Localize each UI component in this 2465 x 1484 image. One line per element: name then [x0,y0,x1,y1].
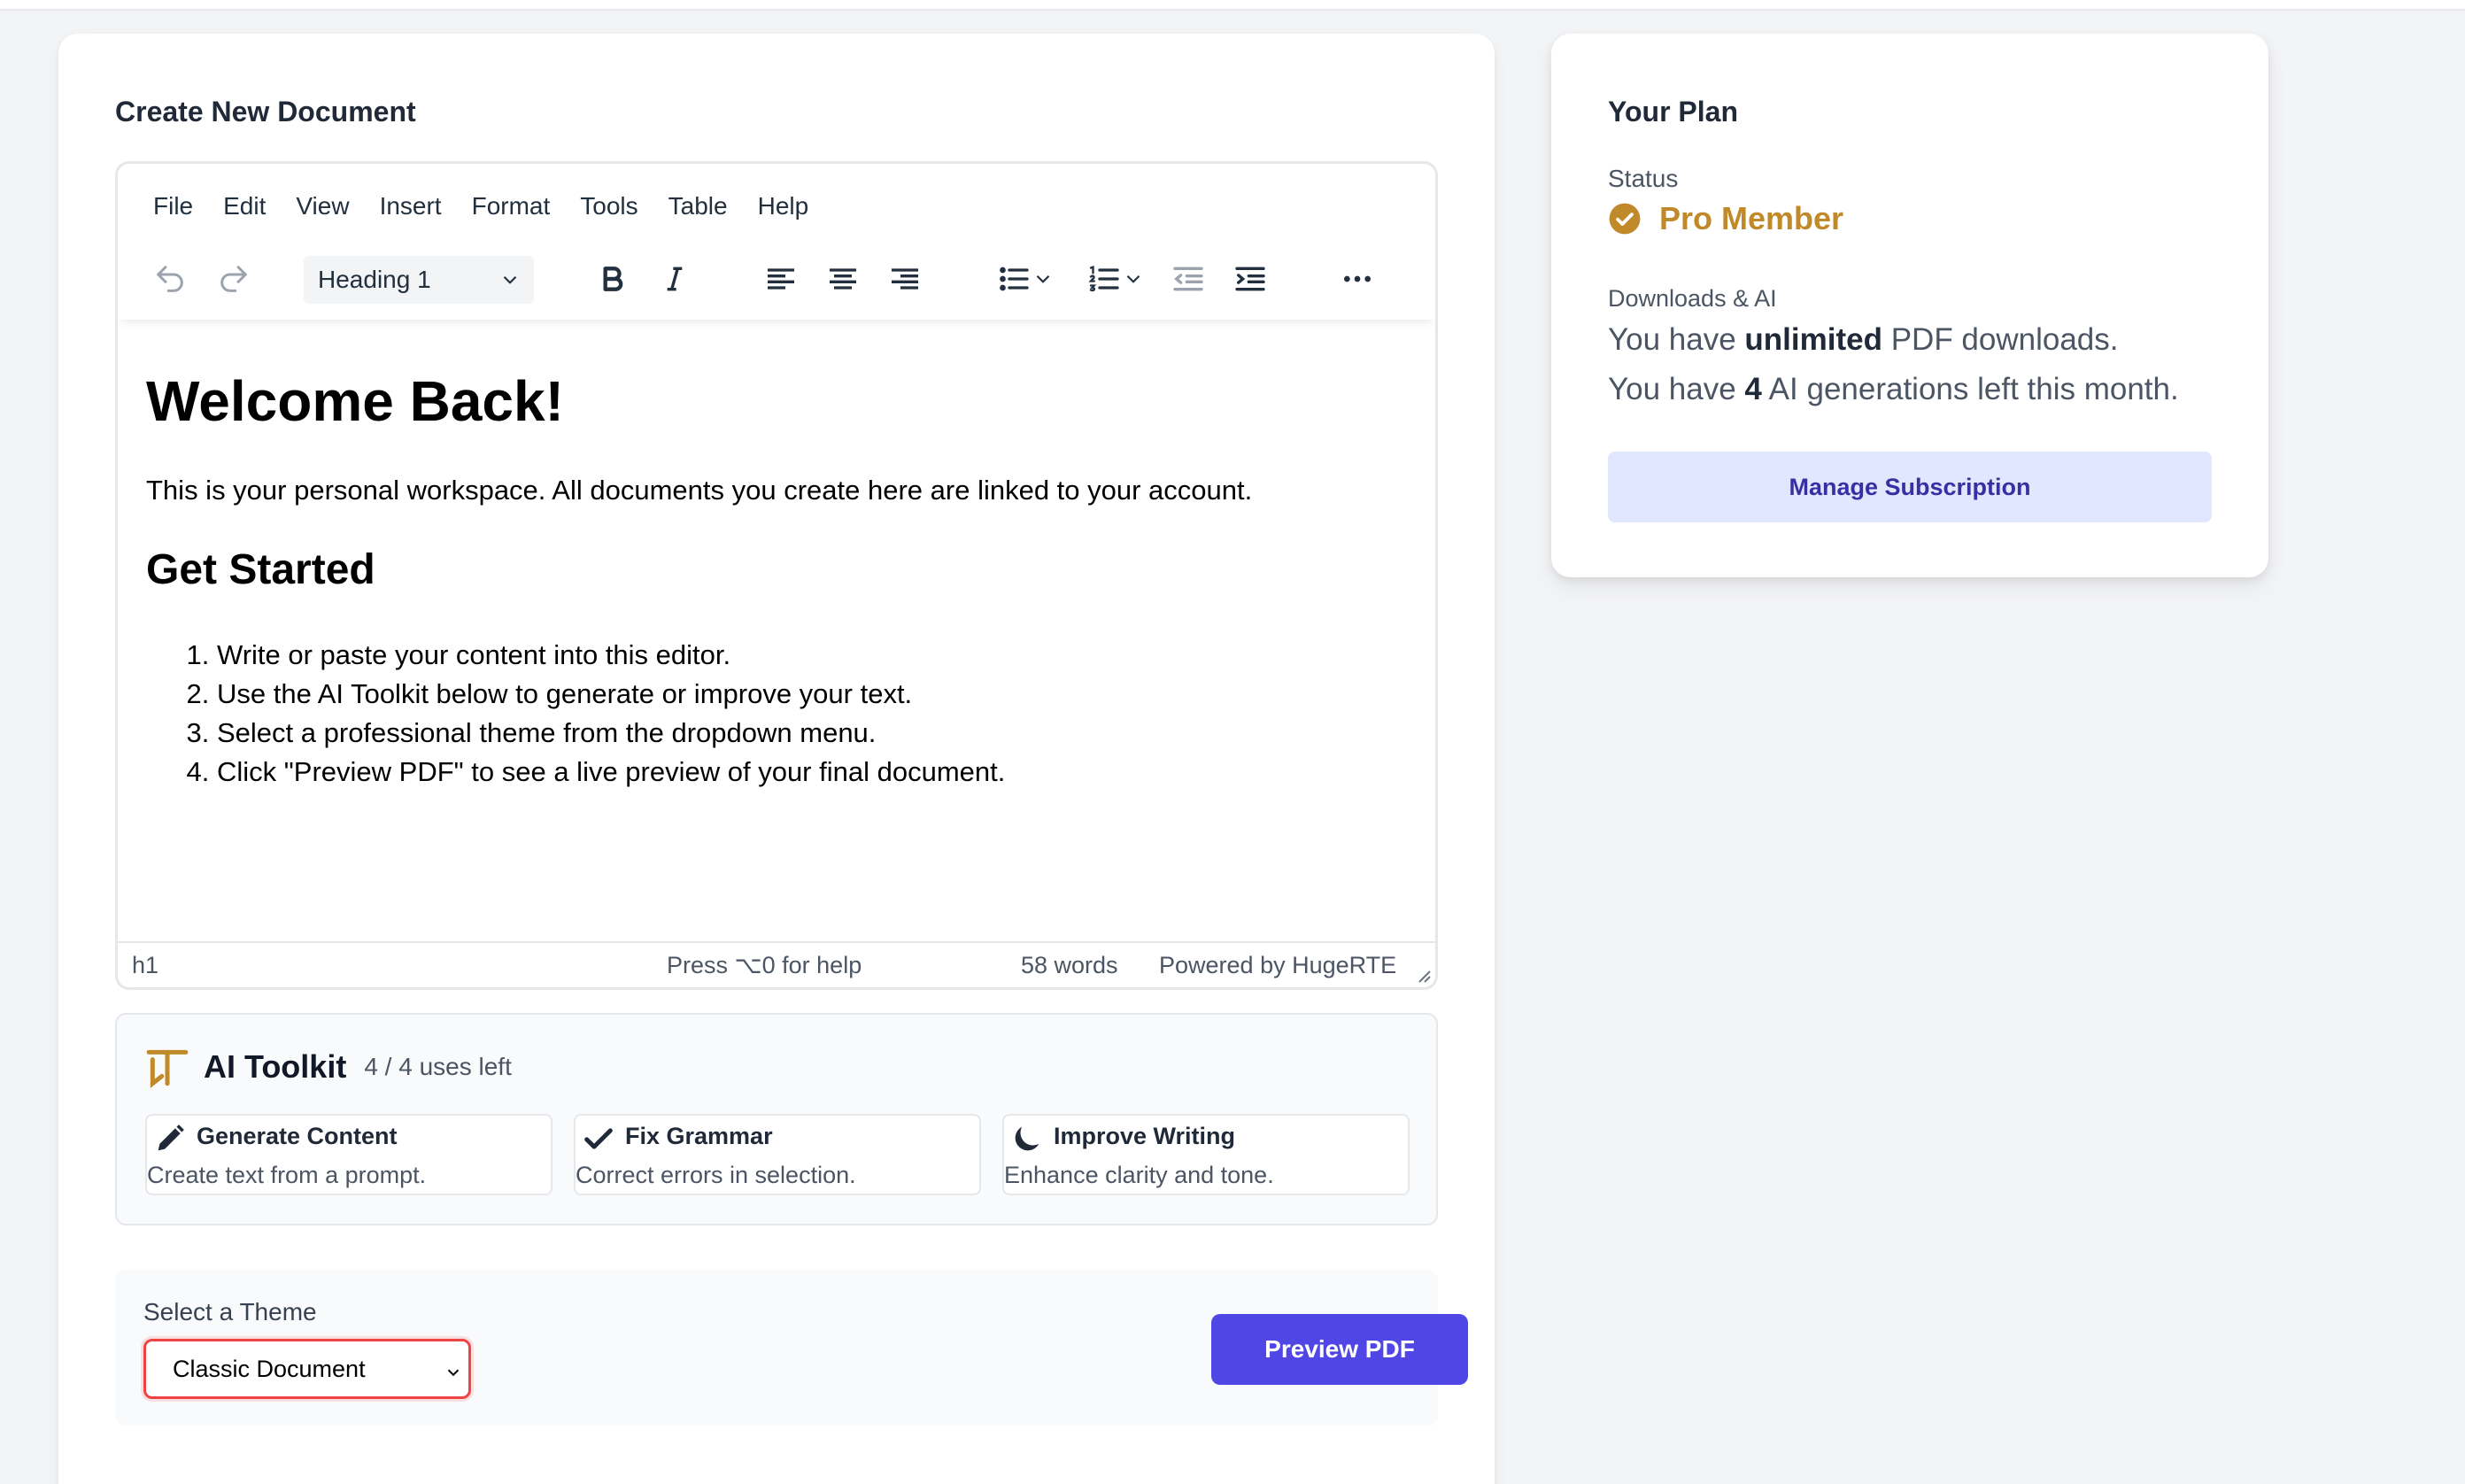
menu-view[interactable]: View [296,192,349,220]
theme-select[interactable]: Classic Document [143,1339,471,1399]
content-heading: Welcome Back! [146,369,564,433]
bold-icon [603,267,623,291]
steps-list: Write or paste your content into this ed… [146,636,1403,792]
redo-button[interactable] [212,252,256,305]
plan-status: Pro Member [1608,200,1843,237]
list-item: Write or paste your content into this ed… [217,636,1403,675]
plan-status-value: Pro Member [1659,200,1844,236]
bullet-list-icon [1000,267,1029,291]
option-title: Improve Writing [1054,1123,1236,1149]
moon-icon [1015,1126,1039,1151]
list-item: Select a professional theme from the dro… [217,714,1403,753]
numbered-list-icon [1088,266,1119,292]
option-title: Generate Content [197,1123,398,1149]
manage-subscription-button[interactable]: Manage Subscription [1608,452,2212,522]
plan-title: Your Plan [1608,96,1738,128]
downloads-limit: unlimited [1744,322,1882,357]
menu-edit[interactable]: Edit [223,192,266,220]
more-button[interactable] [1331,252,1384,305]
rich-text-editor: File Edit View Insert Format Tools Table… [115,161,1438,990]
editor-toolbar: Heading 1 [118,252,1435,305]
ai-generations-count: 4 [1744,372,1762,406]
undo-button[interactable] [148,252,192,305]
fix-grammar-button[interactable]: Fix Grammar Correct errors in selection. [574,1114,981,1195]
align-right-button[interactable] [883,252,927,305]
card-title: Create New Document [115,96,416,128]
option-desc: Enhance clarity and tone. [1004,1162,1274,1188]
preview-pdf-button[interactable]: Preview PDF [1211,1314,1468,1385]
document-card: Create New Document File Edit View Inser… [58,34,1495,1484]
ai-logo-icon [146,1049,189,1088]
option-desc: Correct errors in selection. [576,1162,856,1188]
ai-toolkit-title: AI Toolkit [204,1048,347,1085]
ai-generations-info: You have 4 AI generations left this mont… [1608,372,2179,407]
theme-label: Select a Theme [143,1298,317,1326]
menu-help[interactable]: Help [758,192,809,220]
align-center-icon [830,268,856,290]
list-item: Use the AI Toolkit below to generate or … [217,675,1403,714]
indent-icon [1235,267,1265,291]
pencil-icon [158,1125,184,1151]
italic-button[interactable] [653,252,697,305]
align-left-button[interactable] [759,252,803,305]
block-format-select[interactable]: Heading 1 [304,256,534,304]
downloads-text-pre: You have [1608,322,1745,357]
align-center-button[interactable] [821,252,865,305]
redo-icon [220,266,247,292]
check-icon [584,1128,613,1149]
chevron-down-icon [1036,274,1050,283]
numbered-list-button[interactable] [1076,252,1155,305]
check-circle-icon [1609,203,1641,235]
bold-button[interactable] [591,252,635,305]
editor-content[interactable]: Welcome Back! This is your personal work… [146,373,1403,792]
downloads-label: Downloads & AI [1608,285,1777,312]
downloads-text-post: PDF downloads. [1882,322,2119,357]
menu-format[interactable]: Format [472,192,551,220]
editor-statusbar: h1 Press ⌥0 for help 58 words Powered by… [118,941,1435,987]
word-count[interactable]: 58 words [1021,952,1118,979]
menu-table[interactable]: Table [668,192,728,220]
align-left-icon [768,268,794,290]
outdent-icon [1173,267,1203,291]
theme-select-value: Classic Document [173,1355,366,1382]
content-subheading: Get Started [146,546,375,594]
undo-icon [157,266,183,292]
option-title: Fix Grammar [625,1123,773,1149]
menu-file[interactable]: File [153,192,193,220]
bullet-list-button[interactable] [985,252,1065,305]
menu-tools[interactable]: Tools [580,192,638,220]
list-item: Click "Preview PDF" to see a live previe… [217,753,1403,792]
top-bar [0,0,2465,11]
chevron-down-icon [503,275,517,284]
element-path[interactable]: h1 [132,952,158,979]
powered-by[interactable]: Powered by HugeRTE [1159,952,1396,979]
block-format-value: Heading 1 [318,266,431,293]
ai-uses-left: 4 / 4 uses left [364,1053,512,1080]
chevron-down-icon [1126,274,1140,283]
theme-row: Select a Theme Classic Document Preview … [115,1270,1468,1426]
generate-content-button[interactable]: Generate Content Create text from a prom… [145,1114,552,1195]
more-icon [1344,275,1371,282]
plan-card: Your Plan Status Pro Member Downloads & … [1551,34,2268,577]
align-right-icon [892,268,918,290]
downloads-info: You have unlimited PDF downloads. [1608,322,2119,358]
ai-toolkit-header: AI Toolkit 4 / 4 uses left [145,1045,512,1089]
option-desc: Create text from a prompt. [147,1162,427,1188]
resize-handle-icon[interactable] [1414,966,1432,984]
improve-writing-button[interactable]: Improve Writing Enhance clarity and tone… [1002,1114,1410,1195]
chevron-down-icon [447,1369,460,1377]
editor-menubar: File Edit View Insert Format Tools Table… [153,192,838,220]
ai-text-post: AI generations left this month. [1761,372,2179,406]
editor-header: File Edit View Insert Format Tools Table… [118,164,1435,320]
outdent-button[interactable] [1166,252,1210,305]
content-intro: This is your personal workspace. All doc… [146,475,1253,506]
indent-button[interactable] [1228,252,1272,305]
help-hint: Press ⌥0 for help [667,952,862,978]
ai-toolkit-panel: AI Toolkit 4 / 4 uses left Generate Cont… [115,1013,1438,1225]
ai-text-pre: You have [1608,372,1745,406]
italic-icon [667,267,683,291]
plan-status-label: Status [1608,165,1679,192]
menu-insert[interactable]: Insert [380,192,442,220]
